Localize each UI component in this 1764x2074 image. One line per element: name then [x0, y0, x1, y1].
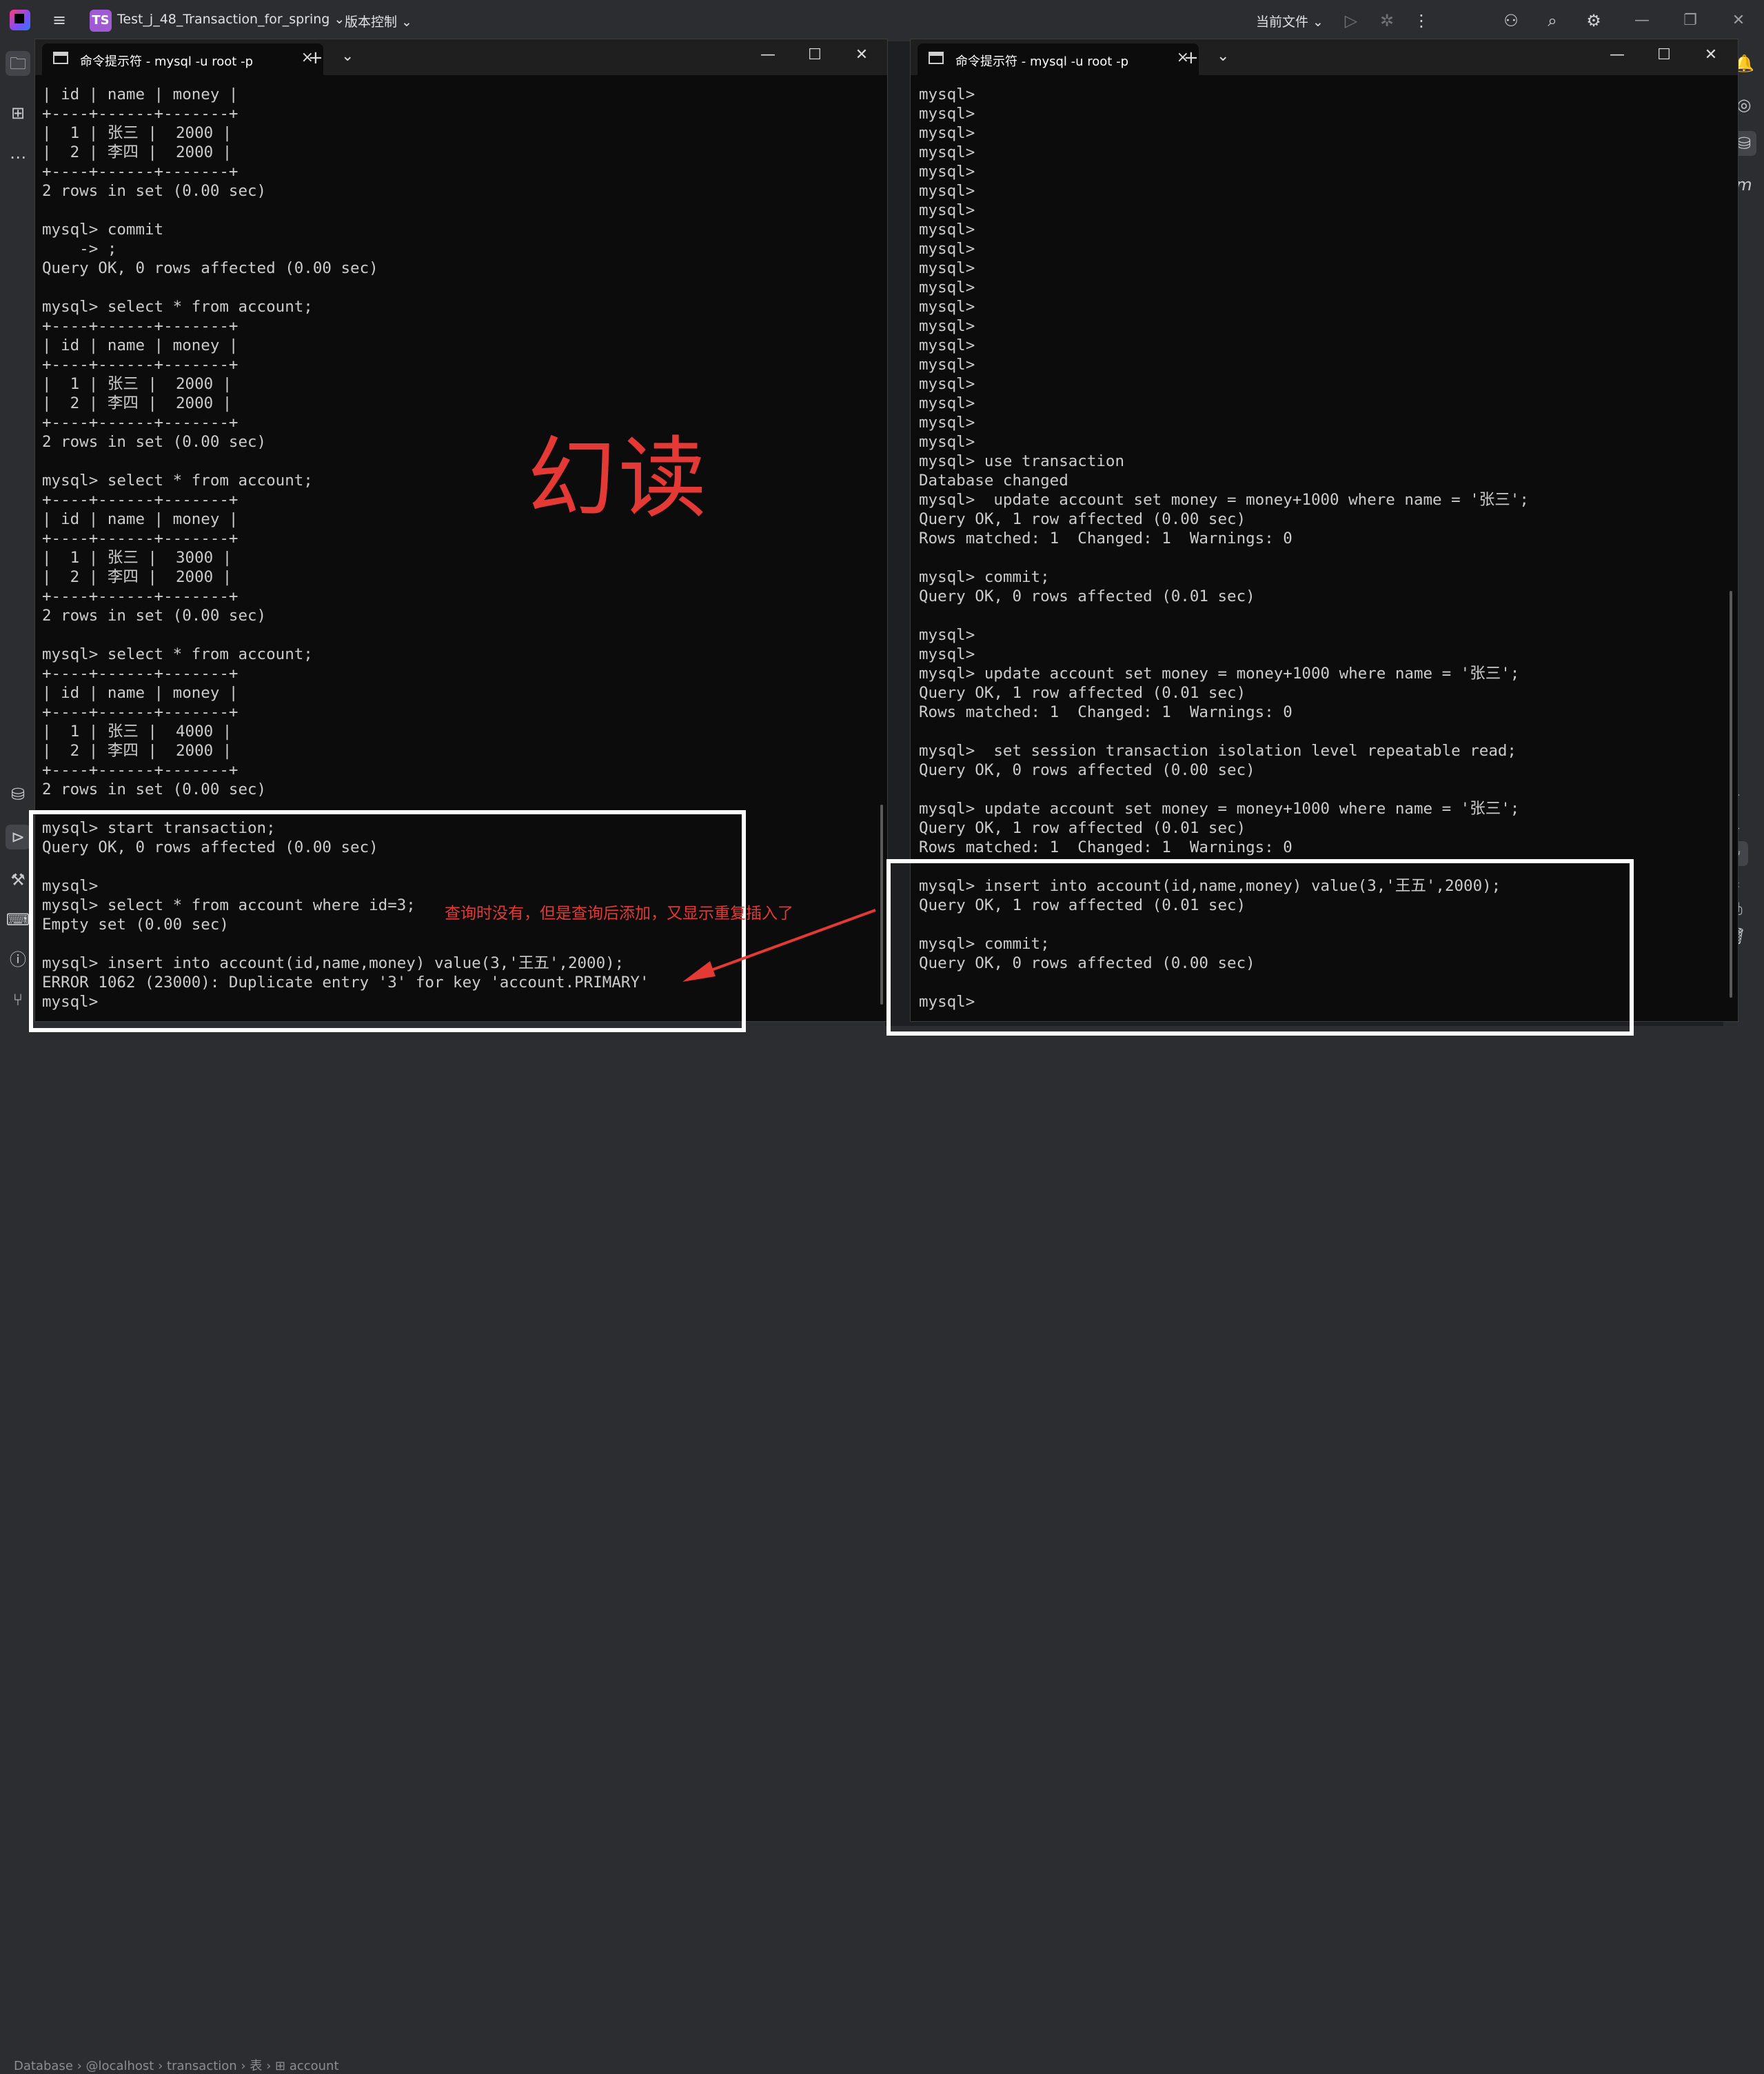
breadcrumb: Database › @localhost › transaction › 表 … — [14, 2059, 339, 2073]
annotation-arrow — [682, 909, 876, 982]
